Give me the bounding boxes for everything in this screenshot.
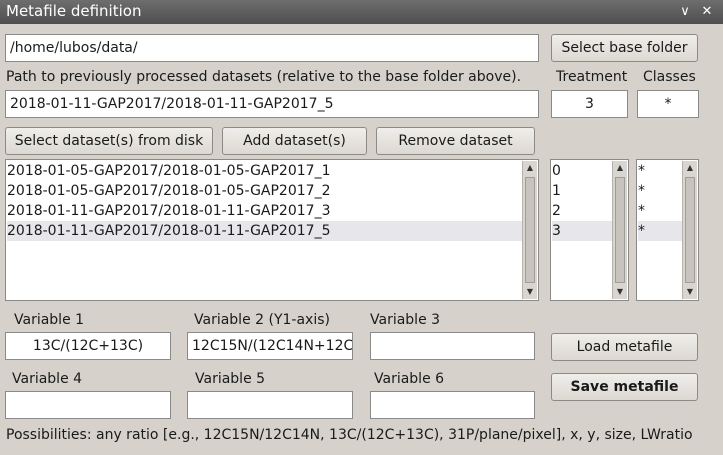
scrollbar-thumb[interactable] [615,177,625,283]
possibilities-hint: Possibilities: any ratio [e.g., 12C15N/1… [6,427,693,443]
list-item[interactable]: * [638,161,684,181]
treatments-list[interactable]: 0 1 2 3 ▲ ▼ [550,159,629,301]
close-icon[interactable]: ✕ [698,3,716,21]
scroll-down-arrow-icon[interactable]: ▼ [683,285,697,299]
dataset-path-field[interactable]: 2018-01-11-GAP2017/2018-01-11-GAP2017_5 [5,90,539,118]
remove-dataset-button[interactable]: Remove dataset [376,127,535,155]
scroll-up-arrow-icon[interactable]: ▲ [613,161,627,175]
title-bar[interactable]: Metafile definition ∨ ✕ [0,0,723,24]
list-item[interactable]: 1 [552,181,614,201]
list-item[interactable]: 2018-01-05-GAP2017/2018-01-05-GAP2017_1 [7,161,523,181]
scroll-up-arrow-icon[interactable]: ▲ [523,161,537,175]
classes-label: Classes [643,69,696,85]
variable-3-label: Variable 3 [370,312,441,328]
list-item-selected[interactable]: * [638,221,684,241]
scroll-down-arrow-icon[interactable]: ▼ [613,285,627,299]
list-item[interactable]: 0 [552,161,614,181]
variable-3-field[interactable] [370,332,535,360]
scrollbar-thumb[interactable] [685,177,695,283]
variable-2-label: Variable 2 (Y1-axis) [194,312,330,328]
variable-4-field[interactable] [5,391,171,419]
variable-6-label: Variable 6 [374,371,445,387]
datasets-list[interactable]: 2018-01-05-GAP2017/2018-01-05-GAP2017_1 … [5,159,539,301]
scrollbar-thumb[interactable] [525,177,535,283]
list-item[interactable]: 2018-01-05-GAP2017/2018-01-05-GAP2017_2 [7,181,523,201]
scroll-down-arrow-icon[interactable]: ▼ [523,285,537,299]
base-folder-field[interactable]: /home/lubos/data/ [5,34,539,62]
treatments-scrollbar[interactable]: ▲ ▼ [612,161,627,299]
list-item[interactable]: 2 [552,201,614,221]
classes-list[interactable]: * * * * ▲ ▼ [636,159,699,301]
path-description-label: Path to previously processed datasets (r… [6,69,522,85]
scroll-up-arrow-icon[interactable]: ▲ [683,161,697,175]
metafile-definition-window: Metafile definition ∨ ✕ /home/lubos/data… [0,0,723,455]
list-item-selected[interactable]: 2018-01-11-GAP2017/2018-01-11-GAP2017_5 [7,221,523,241]
add-dataset-button[interactable]: Add dataset(s) [222,127,367,155]
variable-4-label: Variable 4 [12,371,83,387]
treatment-label: Treatment [556,69,628,85]
variable-6-field[interactable] [370,391,535,419]
minimize-icon[interactable]: ∨ [676,3,694,21]
variable-1-field[interactable]: 13C/(12C+13C) [5,332,171,360]
datasets-scrollbar[interactable]: ▲ ▼ [522,161,537,299]
load-metafile-button[interactable]: Load metafile [551,333,698,361]
classes-field[interactable]: * [637,90,699,118]
list-item[interactable]: * [638,201,684,221]
variable-5-label: Variable 5 [195,371,266,387]
list-item-selected[interactable]: 3 [552,221,614,241]
window-title: Metafile definition [6,2,142,20]
variable-5-field[interactable] [187,391,353,419]
variable-2-field[interactable]: 12C15N/(12C14N+12C15N) [187,332,353,360]
select-datasets-button[interactable]: Select dataset(s) from disk [5,127,213,155]
save-metafile-button[interactable]: Save metafile [551,373,698,401]
list-item[interactable]: * [638,181,684,201]
select-base-folder-button[interactable]: Select base folder [551,34,698,62]
list-item[interactable]: 2018-01-11-GAP2017/2018-01-11-GAP2017_3 [7,201,523,221]
treatment-field[interactable]: 3 [551,90,628,118]
classes-scrollbar[interactable]: ▲ ▼ [682,161,697,299]
variable-1-label: Variable 1 [14,312,85,328]
